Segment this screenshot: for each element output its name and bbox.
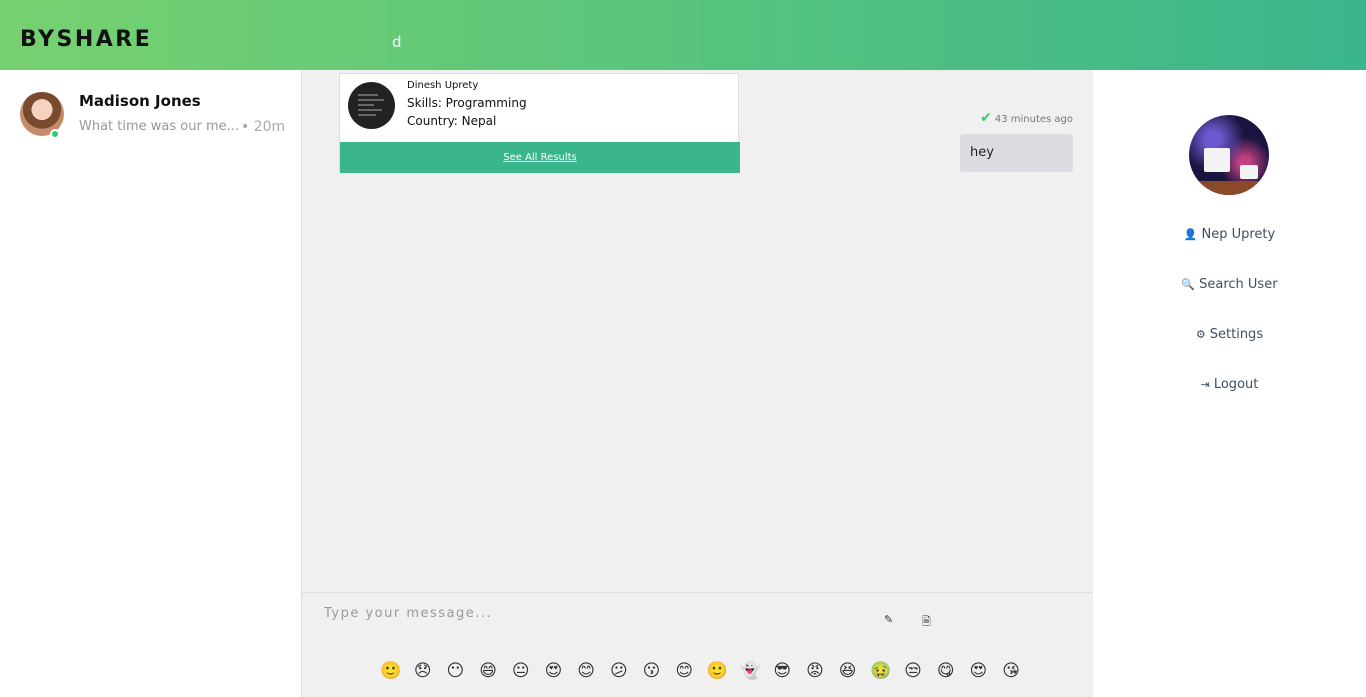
- emoji-picker: 🙂 😞 😶 😄 😐 😍 😊 😕 😗 😊 🙂 👻 😎 😡 😆 🤢 😒 😋 😍 😘: [380, 661, 1034, 683]
- code-line: [358, 109, 382, 111]
- user-icon: 👤: [1183, 228, 1198, 241]
- message-composer: ✎ 🗎 🙂 😞 😶 😄 😐 😍 😊 😕 😗 😊 🙂 👻 😎 😡 😆 🤢 😒 😋 …: [302, 592, 1093, 697]
- search-icon: 🔍: [1181, 278, 1196, 291]
- menu-item-label: Search User: [1199, 277, 1278, 292]
- emoji-unamused[interactable]: 😒: [903, 661, 923, 681]
- message-time: • 20m: [241, 119, 286, 135]
- menu-item-label: Settings: [1209, 327, 1264, 342]
- online-status-icon: [50, 129, 60, 139]
- emoji-laughing[interactable]: 😆: [838, 661, 858, 681]
- result-name[interactable]: Dinesh Uprety: [407, 80, 478, 91]
- see-all-results-link[interactable]: See All Results: [340, 142, 740, 173]
- emoji-kiss-heart[interactable]: 😘: [1001, 661, 1021, 681]
- avatar-art: [1204, 148, 1230, 172]
- file-icon[interactable]: 🗎: [922, 613, 931, 632]
- emoji-love[interactable]: 😍: [968, 661, 988, 681]
- emoji-kiss[interactable]: 😗: [642, 661, 662, 681]
- chat-panel: Dinesh Uprety Skills: Programming Countr…: [302, 70, 1093, 697]
- emoji-sick[interactable]: 🤢: [870, 661, 891, 681]
- menu-item-profile[interactable]: 👤 Nep Uprety: [1093, 227, 1366, 242]
- avatar-art: [1240, 165, 1258, 179]
- message-meta: ✔ 43 minutes ago: [980, 110, 1073, 126]
- code-line: [358, 99, 384, 101]
- emoji-sad[interactable]: 😞: [413, 661, 433, 681]
- logout-icon: ⇥: [1200, 378, 1210, 391]
- menu-item-label: Nep Uprety: [1201, 227, 1276, 242]
- check-icon: ✔: [980, 110, 992, 126]
- conversation-list: Madison Jones What time was our me... • …: [0, 70, 302, 697]
- code-line: [358, 104, 374, 106]
- code-line: [358, 114, 376, 116]
- emoji-happy[interactable]: 😊: [674, 661, 694, 681]
- conversation-item[interactable]: Madison Jones What time was our me... • …: [20, 92, 290, 142]
- result-country: Country: Nepal: [407, 114, 497, 128]
- emoji-sunglasses[interactable]: 😎: [772, 661, 792, 681]
- menu-item-settings[interactable]: ⚙ Settings: [1093, 327, 1366, 342]
- emoji-confused[interactable]: 😕: [609, 661, 629, 681]
- result-skills: Skills: Programming: [407, 96, 527, 110]
- code-line: [358, 94, 378, 96]
- paperclip-icon[interactable]: ✎: [884, 613, 893, 626]
- emoji-heart-eyes[interactable]: 😍: [543, 661, 563, 681]
- message-preview: What time was our me...: [79, 119, 240, 134]
- emoji-smile[interactable]: 🙂: [380, 661, 401, 681]
- gears-icon: ⚙: [1195, 328, 1206, 341]
- emoji-ghost[interactable]: 👻: [740, 661, 761, 681]
- search-results-dropdown: Dinesh Uprety Skills: Programming Countr…: [339, 73, 740, 173]
- menu-item-label: Logout: [1213, 377, 1259, 392]
- emoji-neutral[interactable]: 😐: [511, 661, 531, 681]
- emoji-grin[interactable]: 😄: [478, 661, 498, 681]
- result-avatar[interactable]: [348, 82, 395, 129]
- menu-item-logout[interactable]: ⇥ Logout: [1093, 377, 1366, 392]
- search-input[interactable]: [382, 22, 1082, 62]
- message-input[interactable]: [314, 599, 854, 627]
- profile-sidebar: 👤 Nep Uprety 🔍 Search User ⚙ Settings ⇥ Logo…: [1093, 70, 1366, 697]
- top-header: BYSHARE: [0, 0, 1366, 70]
- emoji-no-mouth[interactable]: 😶: [445, 661, 465, 681]
- emoji-slight-smile[interactable]: 🙂: [707, 661, 728, 681]
- message-timestamp: 43 minutes ago: [994, 114, 1073, 125]
- avatar-art: [1189, 181, 1269, 195]
- menu-item-search-user[interactable]: 🔍 Search User: [1093, 277, 1366, 292]
- emoji-angry[interactable]: 😡: [805, 661, 825, 681]
- profile-avatar[interactable]: [1189, 115, 1269, 195]
- emoji-blush[interactable]: 😊: [576, 661, 596, 681]
- emoji-yum[interactable]: 😋: [936, 661, 956, 681]
- contact-name: Madison Jones: [79, 92, 201, 110]
- message-bubble: hey: [960, 134, 1073, 172]
- brand-logo[interactable]: BYSHARE: [20, 27, 152, 52]
